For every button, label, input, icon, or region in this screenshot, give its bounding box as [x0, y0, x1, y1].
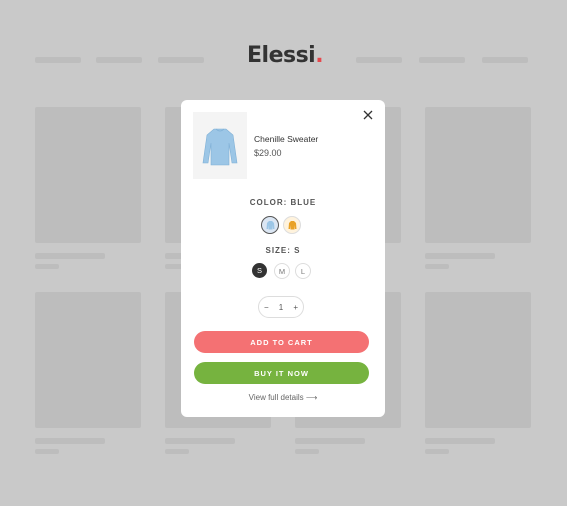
card-title-placeholder [35, 438, 105, 444]
color-swatch-orange[interactable] [283, 216, 301, 234]
sweater-icon [288, 221, 296, 230]
nav-placeholder [35, 57, 81, 63]
size-option-l[interactable]: L [295, 263, 311, 279]
product-name[interactable]: Chenille Sweater [254, 134, 318, 144]
size-option-s[interactable]: S [252, 263, 267, 278]
add-to-cart-button[interactable]: ADD TO CART [194, 331, 369, 353]
nav-placeholder [482, 57, 528, 63]
card-image-placeholder [425, 292, 531, 428]
card-price-placeholder [165, 449, 189, 454]
color-label: COLOR: BLUE [249, 198, 317, 207]
product-thumbnail[interactable] [193, 112, 247, 179]
increase-quantity-button[interactable]: + [293, 303, 298, 312]
card-image-placeholder [35, 107, 141, 243]
card-price-placeholder [425, 449, 449, 454]
card-title-placeholder [35, 253, 105, 259]
quantity-value[interactable]: 1 [279, 303, 283, 312]
card-title-placeholder [425, 253, 495, 259]
card-price-placeholder [425, 264, 449, 269]
card-title-placeholder [295, 438, 365, 444]
color-swatch-blue[interactable] [261, 216, 279, 234]
nav-placeholder [96, 57, 142, 63]
close-icon[interactable] [361, 108, 375, 122]
nav-placeholder [419, 57, 465, 63]
quick-view-modal: Chenille Sweater $29.00 COLOR: BLUE SIZE… [181, 100, 385, 417]
view-full-details-link[interactable]: View full details ⟶ [181, 393, 385, 402]
buy-now-button[interactable]: BUY IT NOW [194, 362, 369, 384]
card-image-placeholder [425, 107, 531, 243]
card-title-placeholder [165, 438, 235, 444]
card-price-placeholder [35, 449, 59, 454]
size-label: SIZE: S [265, 246, 301, 255]
brand-logo[interactable]: Elessi. [247, 43, 324, 68]
card-image-placeholder [35, 292, 141, 428]
quantity-stepper: − 1 + [258, 296, 304, 318]
nav-placeholder [356, 57, 402, 63]
card-title-placeholder [425, 438, 495, 444]
card-price-placeholder [35, 264, 59, 269]
product-price: $29.00 [254, 148, 282, 158]
decrease-quantity-button[interactable]: − [264, 303, 269, 312]
size-option-m[interactable]: M [274, 263, 290, 279]
nav-placeholder [158, 57, 204, 63]
sweater-icon [266, 221, 274, 230]
card-price-placeholder [295, 449, 319, 454]
sweater-image [202, 128, 238, 165]
